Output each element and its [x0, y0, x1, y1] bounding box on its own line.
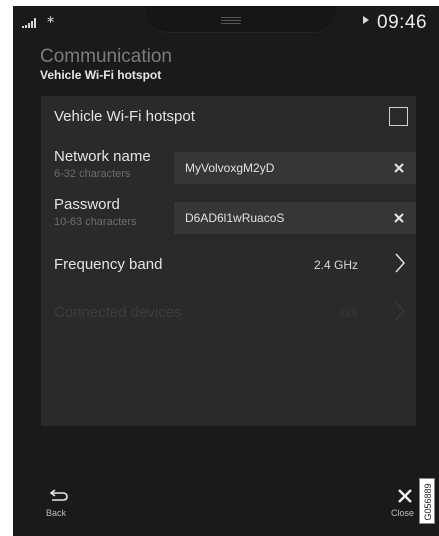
hotspot-checkbox[interactable]	[389, 107, 408, 126]
back-label: Back	[46, 508, 67, 518]
password-hint: 10-63 characters	[54, 216, 137, 228]
handle-icon[interactable]	[221, 17, 241, 24]
frequency-band-value: 2.4 GHz	[314, 258, 359, 272]
connected-devices-value: 0/8	[341, 306, 358, 320]
back-arrow-icon	[49, 489, 68, 501]
settings-panel: Vehicle Wi-Fi hotspot Network name 6-32 …	[41, 96, 416, 426]
back-button[interactable]: Back	[41, 486, 81, 526]
chevron-right-icon[interactable]	[394, 252, 406, 274]
chevron-right-icon	[395, 301, 406, 321]
top-pull-tab[interactable]	[146, 6, 336, 33]
figure-code-text: G056889	[423, 483, 433, 521]
network-name-field[interactable]: MyVolvoxgM2yD	[174, 152, 416, 184]
page-subtitle: Vehicle Wi-Fi hotspot	[40, 68, 162, 82]
password-label: Password	[54, 196, 120, 213]
clear-icon[interactable]	[392, 161, 406, 175]
bluetooth-icon: ∗	[46, 14, 56, 26]
hotspot-label: Vehicle Wi-Fi hotspot	[54, 108, 195, 125]
clock: 09:46	[377, 12, 428, 33]
clear-icon[interactable]	[392, 211, 406, 225]
play-icon	[363, 16, 369, 24]
password-field[interactable]: D6AD6l1wRuacoS	[174, 202, 416, 234]
figure-code-label: G056889	[419, 478, 435, 524]
page-title: Communication	[40, 46, 172, 67]
signal-icon	[22, 18, 36, 28]
password-value: D6AD6l1wRuacoS	[185, 211, 285, 225]
network-name-value: MyVolvoxgM2yD	[185, 161, 275, 175]
screen: ∗ 09:46 Communication Vehicle Wi-Fi hots…	[13, 6, 439, 536]
status-bar: ∗ 09:46	[13, 6, 439, 36]
network-name-hint: 6-32 characters	[54, 168, 131, 180]
network-name-label: Network name	[54, 148, 151, 165]
connected-devices-label: Connected devices	[54, 304, 182, 321]
frequency-band-label[interactable]: Frequency band	[54, 256, 162, 273]
close-label: Close	[391, 508, 415, 518]
close-icon	[398, 489, 412, 503]
